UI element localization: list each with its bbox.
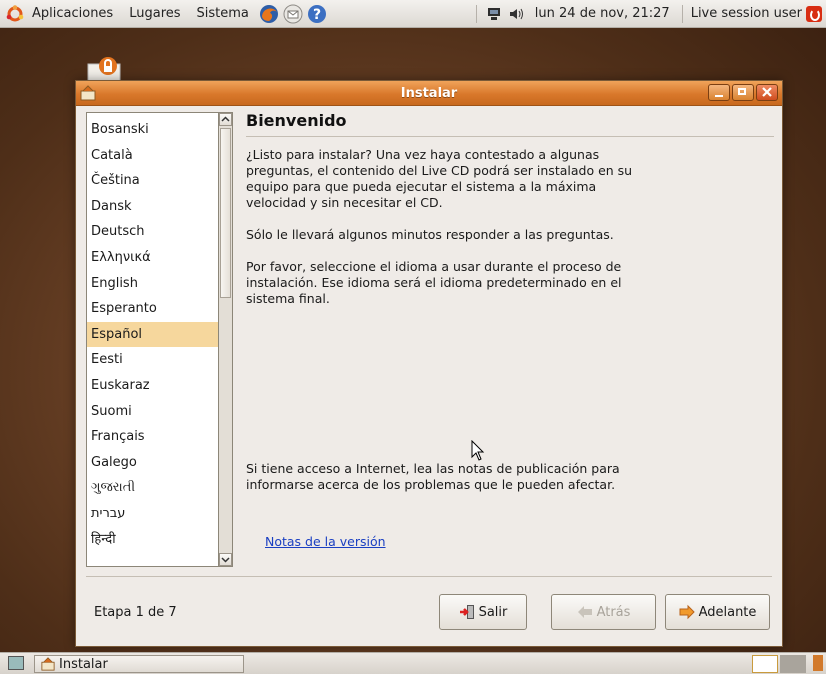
language-item[interactable]: Français bbox=[87, 424, 218, 450]
arrow-right-icon bbox=[679, 604, 695, 620]
volume-icon[interactable] bbox=[508, 7, 526, 21]
minimize-button[interactable] bbox=[708, 84, 730, 101]
language-list[interactable]: Bosanski Català Čeština Dansk Deutsch Ελ… bbox=[86, 112, 219, 567]
trash-icon[interactable] bbox=[813, 655, 823, 671]
arrow-left-icon bbox=[577, 606, 592, 618]
language-item[interactable]: Čeština bbox=[87, 168, 218, 194]
menu-aplicaciones[interactable]: Aplicaciones bbox=[24, 6, 121, 21]
scroll-up-button[interactable] bbox=[219, 113, 232, 126]
workspace-1[interactable] bbox=[752, 655, 778, 673]
back-button[interactable]: Atrás bbox=[551, 594, 656, 630]
scroll-thumb[interactable] bbox=[220, 128, 231, 298]
language-item[interactable]: ગુજરાતી bbox=[87, 475, 218, 501]
bottom-panel: Instalar bbox=[0, 652, 826, 674]
tray-separator bbox=[681, 4, 683, 23]
show-desktop-button[interactable] bbox=[8, 656, 24, 670]
forward-button[interactable]: Adelante bbox=[665, 594, 770, 630]
ubuntu-logo-icon[interactable] bbox=[6, 4, 24, 23]
help-icon[interactable]: ? bbox=[307, 4, 327, 24]
language-item[interactable]: Català bbox=[87, 143, 218, 169]
language-paragraph: Por favor, seleccione el idioma a usar d… bbox=[246, 259, 622, 306]
footer-separator bbox=[86, 576, 772, 577]
release-notes-link[interactable]: Notas de la versión bbox=[265, 534, 386, 549]
language-item[interactable]: Bosanski bbox=[87, 117, 218, 143]
language-item[interactable]: Dansk bbox=[87, 194, 218, 220]
intro-paragraph: ¿Listo para instalar? Una vez haya conte… bbox=[246, 147, 633, 210]
internet-note: Si tiene acceso a Internet, lea las nota… bbox=[246, 461, 620, 492]
svg-text:?: ? bbox=[313, 7, 321, 23]
welcome-content: Bienvenido ¿Listo para instalar? Una vez… bbox=[246, 111, 774, 307]
language-list-scrollbar[interactable] bbox=[218, 112, 233, 567]
user-switcher[interactable]: Live session user bbox=[689, 6, 806, 21]
menu-lugares[interactable]: Lugares bbox=[121, 6, 188, 21]
installer-app-icon bbox=[41, 657, 55, 671]
workspace-2[interactable] bbox=[780, 655, 806, 673]
page-title: Bienvenido bbox=[246, 111, 774, 137]
chevron-down-icon bbox=[221, 557, 230, 563]
power-icon[interactable] bbox=[806, 5, 822, 22]
scroll-down-button[interactable] bbox=[219, 553, 232, 566]
network-icon[interactable] bbox=[486, 7, 502, 21]
taskbar-item-instalar[interactable]: Instalar bbox=[34, 655, 244, 673]
language-item[interactable]: עברית bbox=[87, 501, 218, 527]
language-item-selected[interactable]: Español bbox=[87, 321, 218, 348]
window-titlebar[interactable]: Instalar bbox=[76, 81, 782, 106]
exit-icon bbox=[459, 605, 474, 619]
back-button-label: Atrás bbox=[596, 604, 631, 620]
language-item[interactable]: Esperanto bbox=[87, 296, 218, 322]
top-panel: Aplicaciones Lugares Sistema ? lun 24 de… bbox=[0, 0, 826, 28]
firefox-icon[interactable] bbox=[259, 4, 279, 24]
language-item[interactable]: Euskaraz bbox=[87, 373, 218, 399]
window-title: Instalar bbox=[400, 85, 458, 101]
close-icon bbox=[762, 87, 772, 97]
language-item[interactable]: Suomi bbox=[87, 399, 218, 425]
language-item[interactable]: Eesti bbox=[87, 347, 218, 373]
language-item[interactable]: Galego bbox=[87, 450, 218, 476]
mail-icon[interactable] bbox=[283, 4, 303, 24]
language-item[interactable]: Deutsch bbox=[87, 219, 218, 245]
forward-button-label: Adelante bbox=[698, 604, 757, 620]
close-button[interactable] bbox=[756, 84, 778, 101]
chevron-up-icon bbox=[221, 116, 230, 122]
language-item[interactable]: हिन्दी bbox=[87, 527, 218, 553]
quit-button-label: Salir bbox=[478, 604, 508, 620]
maximize-button[interactable] bbox=[732, 84, 754, 101]
language-item[interactable]: Ελληνικά bbox=[87, 245, 218, 271]
mouse-cursor-icon bbox=[471, 440, 485, 461]
installer-window: Instalar Bosanski Català Čeština Dansk D… bbox=[75, 80, 783, 647]
tray-separator bbox=[475, 4, 477, 23]
quit-button[interactable]: Salir bbox=[439, 594, 527, 630]
language-item[interactable]: English bbox=[87, 271, 218, 297]
taskbar-item-label: Instalar bbox=[59, 656, 108, 672]
step-indicator: Etapa 1 de 7 bbox=[94, 605, 177, 620]
clock[interactable]: lun 24 de nov, 21:27 bbox=[529, 6, 676, 21]
time-paragraph: Sólo le llevará algunos minutos responde… bbox=[246, 227, 614, 242]
menu-sistema[interactable]: Sistema bbox=[189, 6, 257, 21]
